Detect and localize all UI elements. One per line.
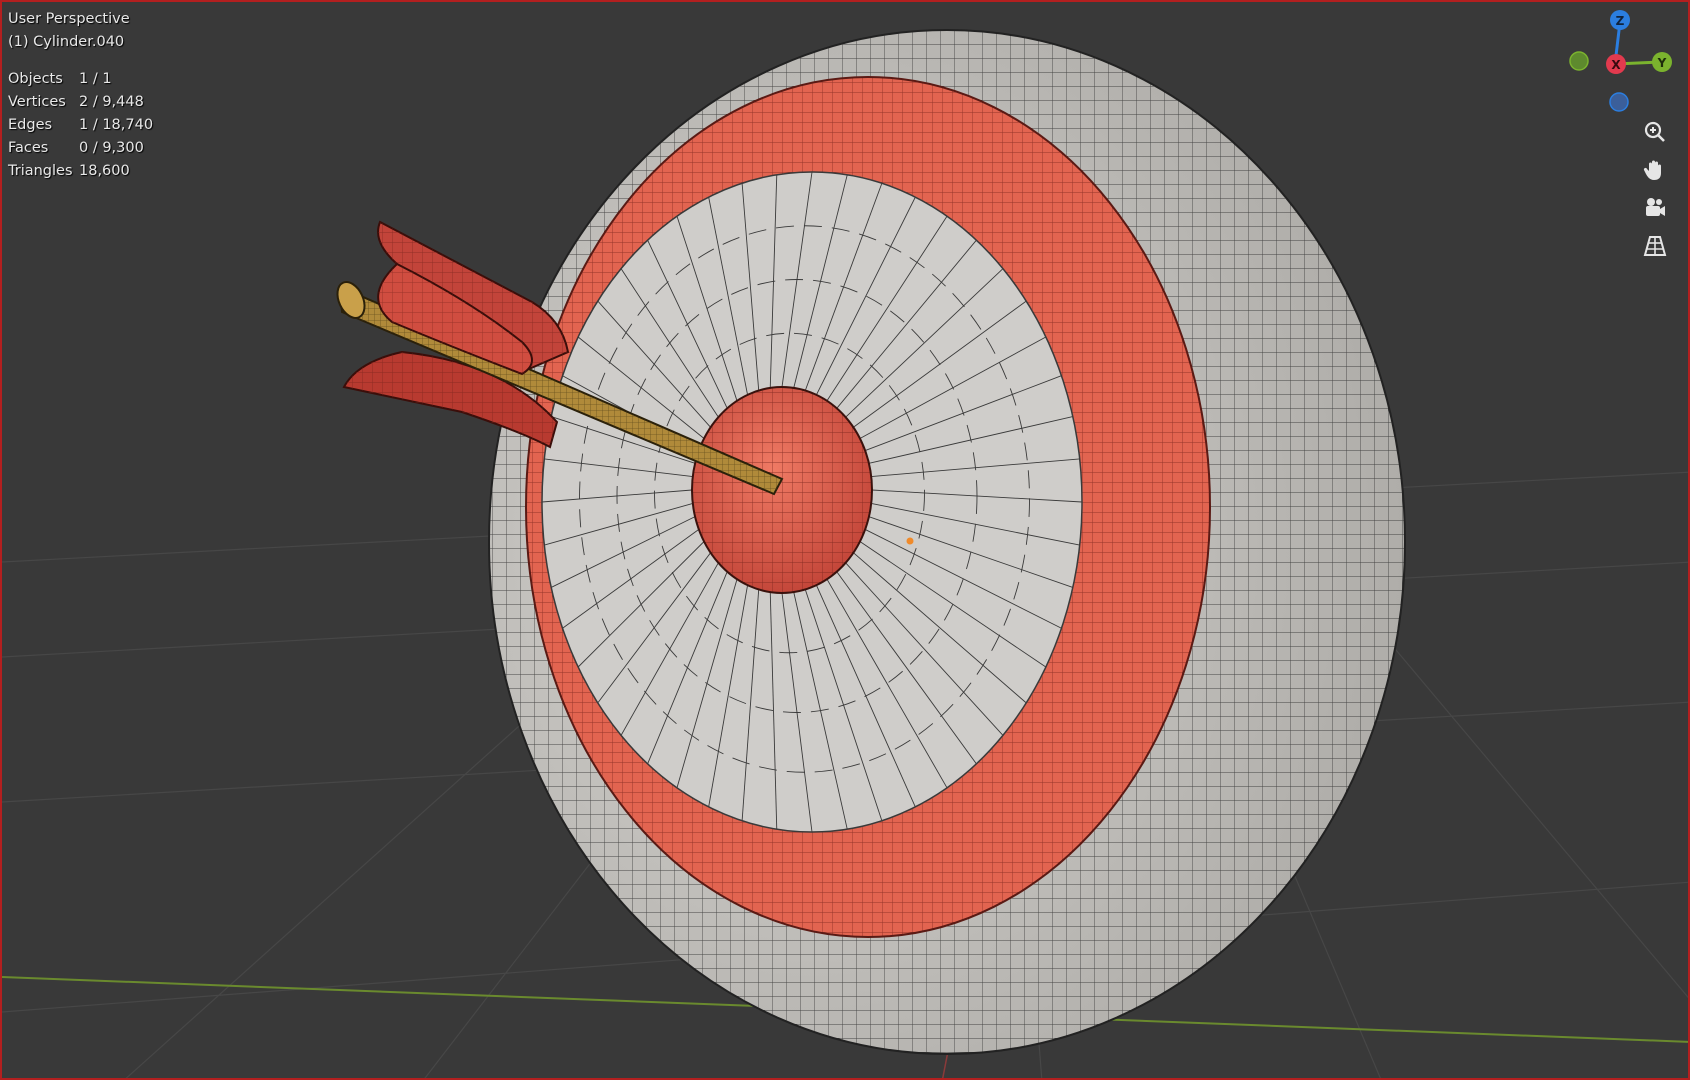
stat-value: 18,600 bbox=[79, 163, 130, 179]
scene-canvas[interactable] bbox=[2, 2, 1690, 1080]
stat-label: Objects bbox=[8, 71, 63, 87]
view-name: User Perspective bbox=[8, 11, 130, 27]
stat-row: Objects 1 / 1 bbox=[8, 68, 153, 91]
zoom-icon bbox=[1644, 121, 1665, 142]
scene-statistics: Objects 1 / 1 Vertices 2 / 9,448 Edges 1… bbox=[8, 68, 153, 183]
zoom-button[interactable] bbox=[1637, 114, 1673, 150]
stat-label: Faces bbox=[8, 140, 49, 156]
3d-viewport[interactable]: User Perspective (1) Cylinder.040 Object… bbox=[0, 0, 1690, 1080]
object-origin bbox=[906, 537, 914, 545]
active-object-name: (1) Cylinder.040 bbox=[8, 34, 125, 50]
stat-label: Triangles bbox=[8, 163, 73, 179]
viewport-info-overlay: User Perspective (1) Cylinder.040 Object… bbox=[8, 8, 153, 183]
stat-value: 1 / 18,740 bbox=[79, 117, 154, 133]
stat-value: 1 / 1 bbox=[79, 71, 112, 87]
stat-row: Triangles 18,600 bbox=[8, 160, 153, 183]
axis-z-handle[interactable]: Z bbox=[1610, 10, 1630, 30]
stat-value: 2 / 9,448 bbox=[79, 94, 144, 110]
stat-row: Faces 0 / 9,300 bbox=[8, 137, 153, 160]
ortho-toggle-button[interactable] bbox=[1637, 228, 1673, 264]
axis-neg-z-handle[interactable] bbox=[1609, 92, 1629, 112]
pan-button[interactable] bbox=[1637, 152, 1673, 188]
ortho-grid-icon bbox=[1643, 236, 1667, 256]
stat-value: 0 / 9,300 bbox=[79, 140, 144, 156]
navigation-gizmo[interactable]: Z Y X bbox=[1552, 2, 1682, 122]
camera-icon bbox=[1646, 198, 1665, 216]
stat-label: Vertices bbox=[8, 94, 66, 110]
stat-label: Edges bbox=[8, 117, 53, 133]
pan-hand-icon bbox=[1643, 160, 1661, 180]
camera-view-button[interactable] bbox=[1637, 190, 1673, 226]
svg-text:Z: Z bbox=[1616, 14, 1625, 28]
stat-row: Vertices 2 / 9,448 bbox=[8, 91, 153, 114]
axis-x-handle[interactable]: X bbox=[1606, 54, 1626, 74]
axis-neg-y-handle[interactable] bbox=[1569, 51, 1589, 71]
axis-y-handle[interactable]: Y bbox=[1652, 52, 1672, 72]
svg-text:Y: Y bbox=[1657, 56, 1667, 70]
target-bullseye[interactable] bbox=[691, 386, 873, 594]
svg-text:X: X bbox=[1611, 58, 1621, 72]
stat-row: Edges 1 / 18,740 bbox=[8, 114, 153, 137]
